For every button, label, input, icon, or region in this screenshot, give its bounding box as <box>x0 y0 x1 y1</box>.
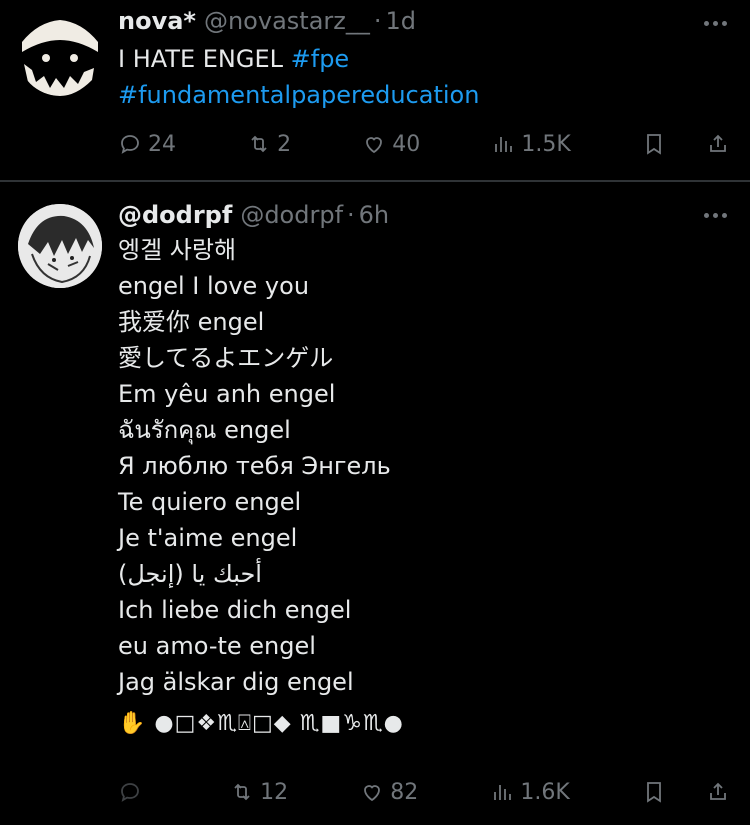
tweet[interactable]: nova* @novastarz__ · 1d I HATE ENGEL #fp… <box>0 0 750 180</box>
text-line: 엥겔 사랑해 <box>118 236 237 264</box>
text-line: أحبك يا (إنجل) <box>118 560 262 588</box>
avatar-image <box>18 204 102 288</box>
reply-button[interactable] <box>118 780 158 804</box>
text-line: 愛してるよエンゲル <box>118 344 334 372</box>
repost-button[interactable]: 2 <box>247 132 291 157</box>
text-line: eu amo-te engel <box>118 632 316 660</box>
tweet-header: @dodrpf @dodrpf · 6h <box>118 198 389 232</box>
like-count: 82 <box>390 779 419 805</box>
more-options-button[interactable] <box>700 200 730 230</box>
views-button[interactable]: 1.6K <box>490 779 570 805</box>
repost-count: 12 <box>260 779 289 805</box>
tweet-actions: 24 2 40 1.5K <box>118 127 730 161</box>
text-line: Ich liebe dich engel <box>118 596 352 624</box>
user-handle[interactable]: @novastarz__ <box>204 7 370 35</box>
more-options-button[interactable] <box>700 8 730 38</box>
tweet-text: I HATE ENGEL #fpe #fundamentalpapereduca… <box>118 41 718 113</box>
text-line: Je t'aime engel <box>118 524 298 552</box>
tweet-actions-right <box>642 780 730 804</box>
repost-icon <box>234 783 250 801</box>
more-icon <box>703 20 709 26</box>
display-name[interactable]: @dodrpf <box>118 201 232 229</box>
text-line: Em yêu anh engel <box>118 380 336 408</box>
more-icon <box>703 212 709 218</box>
hashtag-link[interactable]: #fundamentalpapereducation <box>118 81 479 109</box>
reply-count: 24 <box>148 131 176 157</box>
share-icon[interactable] <box>706 780 730 804</box>
tweet-header: nova* @novastarz__ · 1d <box>118 4 416 38</box>
display-name[interactable]: nova* <box>118 7 196 35</box>
tweet[interactable]: @dodrpf @dodrpf · 6h 엥겔 사랑해 engel I love… <box>0 182 750 825</box>
heart-icon <box>366 137 383 154</box>
repost-button[interactable]: 12 <box>230 780 288 805</box>
heart-icon <box>364 785 381 802</box>
reply-icon <box>121 135 139 154</box>
views-icon <box>494 785 512 800</box>
reply-icon <box>121 783 139 802</box>
text-line: 我爱你 engel <box>118 308 265 336</box>
like-count: 40 <box>392 131 421 157</box>
separator-dot: · <box>347 201 355 229</box>
text-line: ฉันรักคุณ engel <box>118 416 291 444</box>
tweet-text-plain: I HATE ENGEL <box>118 45 291 73</box>
tweet-text: 엥겔 사랑해 engel I love you 我爱你 engel 愛してるよエ… <box>118 232 718 742</box>
like-button[interactable]: 82 <box>360 780 418 805</box>
tweet-actions-right <box>642 132 730 156</box>
emoji-symbol-line: ✋️ ●□❖♏︎⍓□◆ ♏︎■♑︎♏︎● <box>118 711 404 736</box>
text-line: Te quiero engel <box>118 488 302 516</box>
text-line: Jag älskar dig engel <box>118 668 354 696</box>
separator-dot: · <box>373 7 382 35</box>
reply-button[interactable]: 24 <box>118 132 176 157</box>
text-line: Я люблю тебя Энгель <box>118 452 391 480</box>
view-count: 1.5K <box>521 131 571 157</box>
text-line: engel I love you <box>118 272 310 300</box>
bookmark-icon[interactable] <box>642 780 666 804</box>
repost-icon <box>251 135 267 153</box>
views-icon <box>495 137 513 152</box>
views-button[interactable]: 1.5K <box>491 131 571 157</box>
avatar[interactable] <box>18 204 102 288</box>
view-count: 1.6K <box>520 779 570 805</box>
hashtag-link[interactable]: #fpe <box>291 45 350 73</box>
tweet-actions: 12 82 1.6K <box>118 775 730 809</box>
timestamp[interactable]: 6h <box>359 201 389 229</box>
user-handle[interactable]: @dodrpf <box>240 201 343 229</box>
share-icon[interactable] <box>706 132 730 156</box>
timestamp[interactable]: 1d <box>386 7 417 35</box>
repost-count: 2 <box>277 131 292 157</box>
avatar[interactable] <box>18 12 102 96</box>
avatar-image <box>18 12 102 96</box>
bookmark-icon[interactable] <box>642 132 666 156</box>
like-button[interactable]: 40 <box>362 132 420 157</box>
